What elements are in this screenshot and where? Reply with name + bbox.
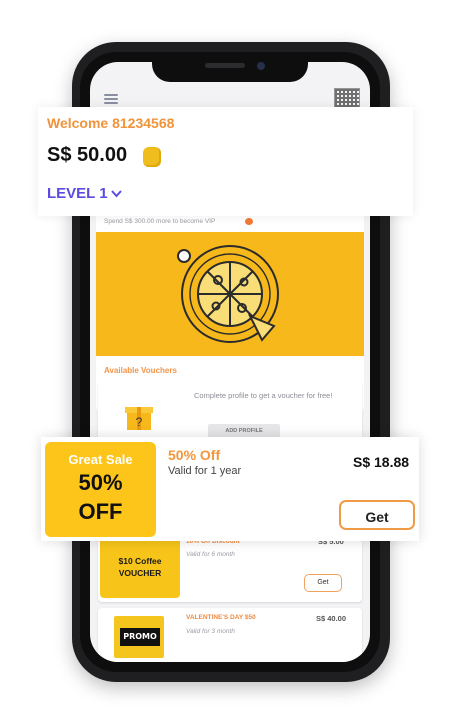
balance-amount: S$ 50.00 — [47, 144, 128, 166]
get-featured-voucher-button[interactable]: Get — [339, 500, 415, 530]
coin-icon — [245, 218, 253, 225]
voucher-title: VALENTINE'S DAY $50 — [186, 614, 256, 621]
badge-line: VOUCHER — [118, 568, 162, 578]
phone-speaker — [205, 63, 245, 68]
voucher-description: Complete profile to get a voucher for fr… — [194, 391, 333, 400]
voucher-price: S$ 40.00 — [316, 614, 347, 623]
badge-line: $10 Coffee — [118, 556, 162, 566]
svg-text:?: ? — [136, 415, 143, 429]
featured-voucher-price: S$ 18.88 — [353, 454, 410, 470]
promo-label: PROMO — [120, 628, 160, 646]
phone-camera — [257, 62, 265, 70]
promo-banner[interactable] — [96, 232, 364, 356]
pizza-icon — [177, 245, 279, 343]
get-voucher-button[interactable]: Get — [304, 574, 342, 592]
add-profile-button[interactable]: ADD PROFILE — [208, 424, 280, 438]
voucher-validity: Valid for 6 month — [186, 551, 235, 558]
voucher-validity: Valid for 3 month — [186, 628, 235, 635]
featured-voucher-title: 50% Off — [168, 447, 221, 463]
menu-icon[interactable] — [104, 94, 118, 104]
sale-off-text: OFF — [78, 499, 123, 524]
gift-icon: ? — [125, 407, 153, 430]
vip-progress-text: Spend S$ 300.00 more to become VIP — [104, 218, 216, 225]
available-vouchers-heading: Available Vouchers — [104, 366, 177, 375]
coin-icon — [143, 147, 161, 167]
coffee-voucher-badge: $10 Coffee VOUCHER — [100, 536, 180, 598]
level-selector[interactable]: LEVEL 1 — [47, 185, 108, 202]
sale-label: Great Sale — [68, 452, 133, 467]
featured-voucher-validity: Valid for 1 year — [168, 465, 242, 477]
sale-percent: 50% — [78, 470, 123, 495]
welcome-text: Welcome 81234568 — [47, 115, 175, 131]
chevron-down-icon[interactable] — [111, 188, 122, 199]
